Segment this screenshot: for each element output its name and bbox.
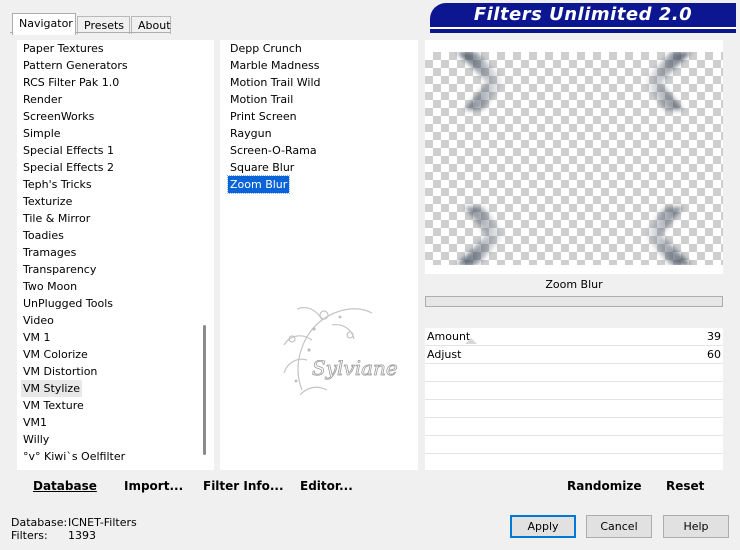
- category-list[interactable]: Paper Textures Pattern Generators RCS Filt…: [17, 40, 196, 470]
- filter-list-item[interactable]: Raygun: [228, 125, 274, 142]
- cancel-button[interactable]: Cancel: [586, 515, 652, 538]
- param-row-amount[interactable]: Amount 39: [425, 328, 723, 346]
- right-toolbar: Randomize Reset: [425, 473, 723, 500]
- param-value: 60: [707, 348, 721, 361]
- category-list-item[interactable]: Special Effects 1: [21, 142, 116, 159]
- filter-list-item[interactable]: Zoom Blur: [226, 175, 291, 194]
- category-list-item[interactable]: Render: [21, 91, 64, 108]
- param-label: Adjust: [427, 348, 462, 361]
- help-button[interactable]: Help: [663, 515, 729, 538]
- category-list-item[interactable]: Tile & Mirror: [21, 210, 92, 227]
- param-spacer: [425, 307, 723, 328]
- status-database-label: Database:: [11, 516, 68, 529]
- category-list-item[interactable]: ScreenWorks: [21, 108, 96, 125]
- category-list-item[interactable]: Simple: [21, 125, 63, 142]
- param-row-empty: [425, 364, 723, 382]
- category-list-item[interactable]: VM Distortion: [21, 363, 99, 380]
- filter-list[interactable]: Depp Crunch Marble Madness Motion Trail Wi…: [220, 40, 418, 470]
- category-list-item[interactable]: Video: [21, 312, 56, 329]
- param-row-adjust[interactable]: Adjust 60: [425, 346, 723, 364]
- filter-list-item[interactable]: Print Screen: [228, 108, 299, 125]
- category-list-item[interactable]: Special Effects 2: [21, 159, 116, 176]
- category-list-item[interactable]: VM1: [21, 414, 49, 431]
- param-row-empty: [425, 436, 723, 454]
- parameter-list: Amount 39 Adjust 60: [425, 328, 723, 470]
- status-filters-value: 1393: [68, 529, 96, 542]
- category-list-item[interactable]: RCS Filter Pak 1.0: [21, 74, 121, 91]
- param-slider-bar[interactable]: [425, 296, 723, 307]
- filter-list-item[interactable]: Screen-O-Rama: [228, 142, 319, 159]
- param-row-empty: [425, 382, 723, 400]
- filter-list-item[interactable]: Motion Trail Wild: [228, 74, 323, 91]
- title-banner: Filters Unlimited 2.0: [430, 3, 736, 27]
- category-list-item[interactable]: VM Stylize: [21, 380, 82, 397]
- zoom-blur-preview-image: [457, 52, 691, 265]
- filter-list-item[interactable]: Square Blur: [228, 159, 296, 176]
- import-button[interactable]: Import...: [124, 479, 183, 493]
- apply-button[interactable]: Apply: [510, 515, 576, 538]
- category-list-item[interactable]: Willy: [21, 431, 51, 448]
- status-database-value: ICNET-Filters: [68, 516, 137, 529]
- category-list-item[interactable]: °v° Kiwi`s Oelfilter: [21, 448, 127, 465]
- slider-marker-icon: [465, 338, 477, 344]
- tab-navigator[interactable]: Navigator: [12, 13, 76, 35]
- left-toolbar: Database Import... Filter Info... Editor…: [10, 473, 418, 500]
- category-list-item[interactable]: Teph's Tricks: [21, 176, 94, 193]
- banner-title: Filters Unlimited 2.0: [473, 4, 693, 25]
- param-label: Amount: [427, 330, 471, 343]
- category-list-item[interactable]: Texturize: [21, 193, 74, 210]
- filter-list-item[interactable]: Depp Crunch: [228, 40, 304, 57]
- filter-list-item[interactable]: Motion Trail: [228, 91, 295, 108]
- filter-info-button[interactable]: Filter Info...: [203, 479, 284, 493]
- banner-underline: [430, 27, 736, 33]
- category-list-item[interactable]: Toadies: [21, 227, 66, 244]
- param-row-empty: [425, 418, 723, 436]
- category-list-item[interactable]: Transparency: [21, 261, 98, 278]
- reset-button[interactable]: Reset: [666, 479, 704, 493]
- param-row-empty: [425, 400, 723, 418]
- category-list-item[interactable]: UnPlugged Tools: [21, 295, 115, 312]
- category-list-item[interactable]: VM Texture: [21, 397, 86, 414]
- category-list-item[interactable]: VM 1: [21, 329, 53, 346]
- category-scroll-thumb[interactable]: [203, 325, 206, 455]
- editor-button[interactable]: Editor...: [300, 479, 353, 493]
- selected-filter-title: Zoom Blur: [425, 274, 723, 296]
- category-list-item[interactable]: Two Moon: [21, 278, 79, 295]
- category-list-item[interactable]: VM Colorize: [21, 346, 90, 363]
- param-value: 39: [707, 330, 721, 343]
- watermark-text: Sylviane: [312, 356, 398, 380]
- category-list-item[interactable]: Pattern Generators: [21, 57, 130, 74]
- category-list-item[interactable]: Paper Textures: [21, 40, 106, 57]
- category-list-item[interactable]: Tramages: [21, 244, 78, 261]
- status-filters-label: Filters:: [11, 529, 48, 542]
- watermark-logo: Sylviane: [283, 307, 398, 396]
- filter-list-item[interactable]: Marble Madness: [228, 57, 321, 74]
- preview-canvas: [425, 52, 723, 265]
- randomize-button[interactable]: Randomize: [567, 479, 641, 493]
- database-button[interactable]: Database: [33, 479, 97, 493]
